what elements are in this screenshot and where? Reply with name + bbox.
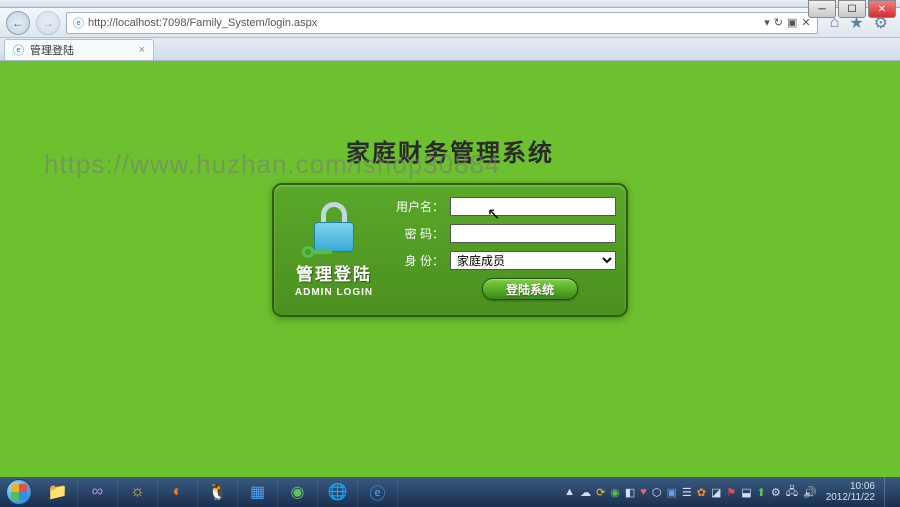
nav-forward-button[interactable]: → bbox=[36, 11, 60, 35]
tray-network-icon[interactable]: 🖧 bbox=[786, 483, 798, 502]
tray-icon-11[interactable]: ⚑ bbox=[726, 486, 736, 499]
watermark-text: https://www.huzhan.com/ishop30884 bbox=[44, 149, 500, 180]
tray-icon-2[interactable]: ⟳ bbox=[596, 486, 605, 499]
tab-strip: ⓔ 管理登陆 × bbox=[0, 38, 900, 61]
tray-icon-5[interactable]: ♥ bbox=[640, 486, 647, 498]
tab-title: 管理登陆 bbox=[30, 42, 74, 58]
ie-icon: ⓔ bbox=[73, 15, 84, 31]
login-panel: 管理登陆 ADMIN LOGIN 用户名： 密 码： 身 份： 家庭成员 登陆系… bbox=[272, 183, 628, 317]
url-input[interactable]: ⓔ http://localhost:7098/Family_System/lo… bbox=[66, 12, 818, 34]
compat-icon[interactable]: ▣ bbox=[787, 16, 797, 29]
login-left-panel: 管理登陆 ADMIN LOGIN bbox=[284, 195, 384, 305]
taskbar-app6-icon[interactable]: ◉ bbox=[278, 477, 318, 507]
password-label: 密 码： bbox=[396, 225, 444, 242]
url-text: http://localhost:7098/Family_System/logi… bbox=[88, 17, 317, 29]
window-titlebar bbox=[0, 0, 900, 8]
system-tray: ▲ ☁ ⟳ ◉ ◧ ♥ ⬡ ▣ ☰ ✿ ◪ ⚑ ⬓ ⬆ ⚙ 🖧 🔊 10:06 … bbox=[558, 477, 900, 507]
window-close-button[interactable]: ✕ bbox=[868, 0, 896, 18]
tray-up-icon[interactable]: ▲ bbox=[564, 486, 575, 498]
taskbar-chrome-icon[interactable]: 🌐 bbox=[318, 477, 358, 507]
taskbar-app1-icon[interactable]: ∞ bbox=[78, 477, 118, 507]
tray-icon-8[interactable]: ☰ bbox=[682, 486, 692, 499]
login-left-title: 管理登陆 bbox=[296, 260, 372, 285]
username-input[interactable] bbox=[450, 197, 616, 216]
tray-icon-7[interactable]: ▣ bbox=[666, 486, 676, 499]
tray-icon-3[interactable]: ◉ bbox=[610, 486, 620, 499]
tray-icon-12[interactable]: ⬓ bbox=[741, 486, 751, 499]
role-label: 身 份： bbox=[396, 252, 444, 269]
address-bar-row: ← → ⓔ http://localhost:7098/Family_Syste… bbox=[0, 8, 900, 38]
taskbar-app3-icon[interactable]: ◐ bbox=[158, 477, 198, 507]
tray-volume-icon[interactable]: 🔊 bbox=[803, 486, 817, 499]
tab-close-button[interactable]: × bbox=[139, 44, 145, 56]
login-form: 用户名： 密 码： 身 份： 家庭成员 登陆系统 bbox=[396, 195, 616, 305]
tray-icon-10[interactable]: ◪ bbox=[711, 486, 721, 499]
lock-icon bbox=[306, 202, 362, 258]
tray-icon-14[interactable]: ⚙ bbox=[771, 486, 781, 499]
tray-icon-1[interactable]: ☁ bbox=[580, 486, 591, 499]
show-desktop-button[interactable] bbox=[884, 477, 894, 507]
role-select[interactable]: 家庭成员 bbox=[450, 251, 616, 270]
nav-back-button[interactable]: ← bbox=[6, 11, 30, 35]
username-label: 用户名： bbox=[396, 198, 444, 215]
taskbar-clock[interactable]: 10:06 2012/11/22 bbox=[822, 481, 879, 503]
taskbar-explorer-icon[interactable]: 📁 bbox=[38, 477, 78, 507]
tab-favicon: ⓔ bbox=[13, 42, 24, 58]
stop-icon[interactable]: ▾ bbox=[764, 16, 770, 29]
taskbar-ie-icon[interactable]: ⓔ bbox=[358, 477, 398, 507]
tray-icon-6[interactable]: ⬡ bbox=[652, 486, 662, 499]
taskbar-qq-icon[interactable]: 🐧 bbox=[198, 477, 238, 507]
password-input[interactable] bbox=[450, 224, 616, 243]
tray-icon-4[interactable]: ◧ bbox=[625, 486, 635, 499]
start-button[interactable] bbox=[0, 477, 38, 507]
refresh-icon[interactable]: ↻ bbox=[774, 16, 783, 29]
page-content: 家庭财务管理系统 https://www.huzhan.com/ishop308… bbox=[0, 61, 900, 477]
tray-icon-13[interactable]: ⬆ bbox=[757, 486, 766, 499]
clock-date: 2012/11/22 bbox=[826, 492, 875, 503]
taskbar-app2-icon[interactable]: ☼ bbox=[118, 477, 158, 507]
browser-tab[interactable]: ⓔ 管理登陆 × bbox=[4, 39, 154, 60]
window-minimize-button[interactable]: ─ bbox=[808, 0, 836, 18]
tray-icon-9[interactable]: ✿ bbox=[697, 486, 706, 499]
taskbar-app5-icon[interactable]: ▦ bbox=[238, 477, 278, 507]
clock-time: 10:06 bbox=[826, 481, 875, 492]
login-submit-button[interactable]: 登陆系统 bbox=[482, 278, 578, 300]
window-maximize-button[interactable]: ☐ bbox=[838, 0, 866, 18]
taskbar: 📁 ∞ ☼ ◐ 🐧 ▦ ◉ 🌐 ⓔ ▲ ☁ ⟳ ◉ ◧ ♥ ⬡ ▣ ☰ ✿ ◪ … bbox=[0, 477, 900, 507]
login-left-subtitle: ADMIN LOGIN bbox=[295, 287, 373, 298]
